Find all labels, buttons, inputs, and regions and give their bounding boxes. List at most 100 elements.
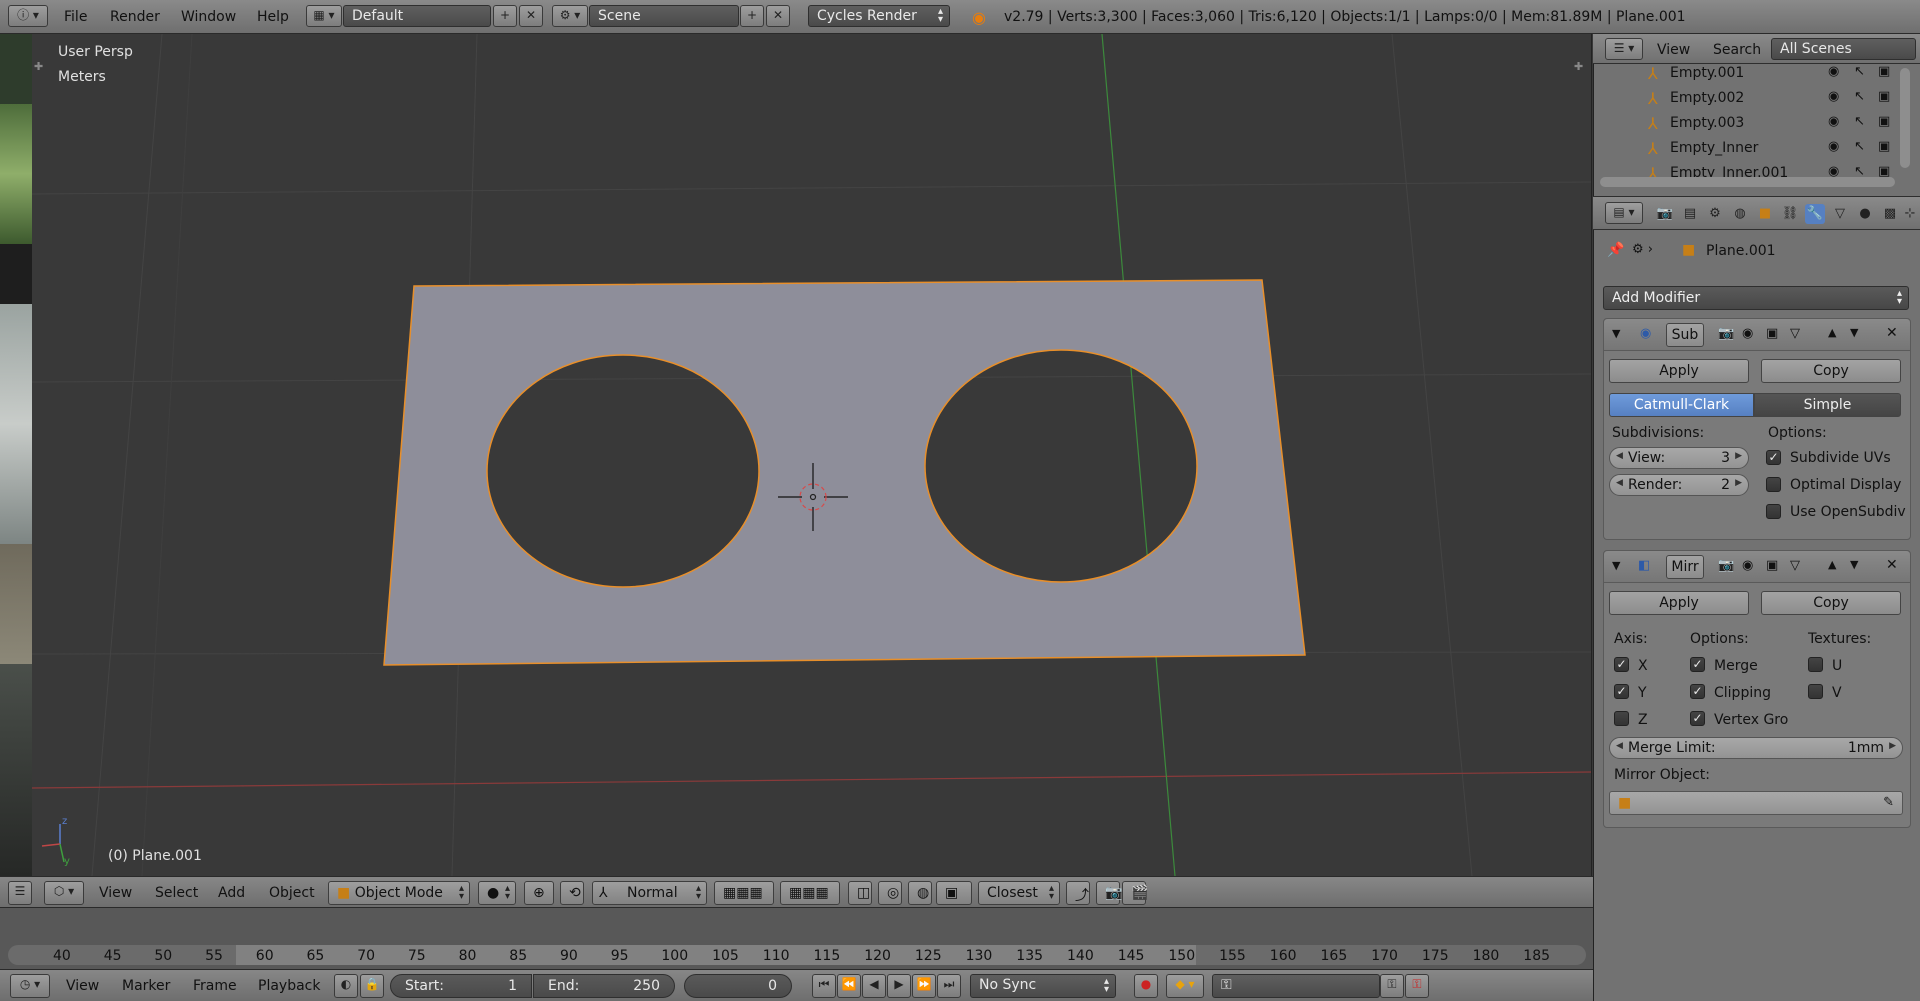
- snap-element-dropdown[interactable]: ▣: [936, 881, 972, 905]
- snap-toggle-icon[interactable]: ◍: [908, 881, 932, 905]
- vertex-groups-checkbox[interactable]: ✓: [1690, 711, 1705, 726]
- start-frame-field[interactable]: Start: 1: [390, 974, 532, 998]
- render-toggle-icon[interactable]: 📷: [1718, 326, 1734, 341]
- collapse-triangle-icon[interactable]: ▼: [1612, 327, 1620, 340]
- editor-type-outliner-icon[interactable]: ☰ ▾: [1605, 38, 1643, 60]
- lock-layers-icon[interactable]: ◫: [848, 881, 872, 905]
- material-tab-icon[interactable]: ●: [1855, 204, 1875, 224]
- end-frame-field[interactable]: End: 250: [533, 974, 675, 998]
- delete-keyframe-icon[interactable]: ⚿: [1405, 974, 1429, 998]
- collapse-menus-icon[interactable]: ☰: [8, 881, 32, 905]
- render-layers-tab-icon[interactable]: ▤: [1680, 204, 1700, 224]
- preview-range-icon[interactable]: ◐: [334, 974, 358, 998]
- layers-block-1[interactable]: ▦▦▦: [714, 881, 774, 905]
- menu-add[interactable]: Add: [218, 885, 245, 901]
- menu-view[interactable]: View: [99, 885, 132, 901]
- texture-tab-icon[interactable]: ▩: [1880, 204, 1900, 224]
- render-camera-icon[interactable]: ▣: [1878, 164, 1890, 177]
- remove-scene-icon[interactable]: ✕: [766, 5, 790, 27]
- object-tab-icon[interactable]: ■: [1755, 204, 1775, 224]
- outliner-item[interactable]: ⅄ Empty_Inner ◉ ↖ ▣: [1620, 136, 1900, 161]
- menu-object[interactable]: Object: [269, 885, 315, 901]
- catmull-clark-toggle[interactable]: Catmull-Clark: [1609, 393, 1754, 417]
- layers-block-2[interactable]: ▦▦▦: [780, 881, 840, 905]
- outliner-filter-dropdown[interactable]: All Scenes: [1771, 38, 1916, 60]
- eye-icon[interactable]: ◉: [1828, 139, 1839, 154]
- render-engine-dropdown[interactable]: Cycles Render ▴ ▾: [808, 5, 950, 27]
- move-down-icon[interactable]: ▼: [1850, 558, 1858, 571]
- physics-tab-icon[interactable]: ⊹: [1900, 204, 1920, 224]
- outliner-item[interactable]: ⅄ Empty_Inner.001 ◉ ↖ ▣: [1620, 161, 1900, 177]
- jump-next-keyframe-icon[interactable]: ⏩: [912, 974, 936, 998]
- outliner-menu-search[interactable]: Search: [1713, 42, 1761, 58]
- jump-start-icon[interactable]: ⏮: [812, 974, 836, 998]
- axis-z-checkbox[interactable]: [1614, 711, 1629, 726]
- mirror-object-field[interactable]: ■ ✎: [1609, 791, 1903, 815]
- eye-icon[interactable]: ◉: [1828, 89, 1839, 104]
- mirror-copy-button[interactable]: Copy: [1761, 591, 1901, 615]
- remove-layout-icon[interactable]: ✕: [519, 5, 543, 27]
- decrement-arrow-icon[interactable]: ◀: [1616, 451, 1623, 461]
- outliner-item[interactable]: ⅄ Empty.003 ◉ ↖ ▣: [1620, 111, 1900, 136]
- data-tab-icon[interactable]: ▽: [1830, 204, 1850, 224]
- merge-limit-slider[interactable]: ◀ Merge Limit: 1mm ▶: [1609, 737, 1903, 759]
- timeline-area[interactable]: 40 45 50 55 60 65 70 75 80 85 90 95 100 105 110 115 120 1…: [0, 908, 1593, 969]
- eyedropper-icon[interactable]: ✎: [1883, 795, 1894, 810]
- subsurf-name-field[interactable]: Sub: [1666, 323, 1704, 347]
- subsurf-view-levels-slider[interactable]: ◀ View: 3 ▶: [1609, 447, 1749, 469]
- constraints-tab-icon[interactable]: ⛓: [1780, 204, 1800, 224]
- texture-v-checkbox[interactable]: [1808, 684, 1823, 699]
- cage-toggle-icon[interactable]: ▽: [1790, 558, 1800, 573]
- add-scene-icon[interactable]: +: [740, 5, 764, 27]
- merge-checkbox[interactable]: ✓: [1690, 657, 1705, 672]
- jump-prev-keyframe-icon[interactable]: ⏪: [837, 974, 861, 998]
- optimal-display-checkbox[interactable]: [1766, 477, 1781, 492]
- menu-help[interactable]: Help: [257, 9, 289, 25]
- editor-type-properties-icon[interactable]: ▤ ▾: [1605, 202, 1643, 224]
- editor-type-timeline-icon[interactable]: ◷ ▾: [10, 974, 50, 998]
- subsurf-render-levels-slider[interactable]: ◀ Render: 2 ▶: [1609, 474, 1749, 496]
- layout-name-field[interactable]: Default: [343, 5, 491, 27]
- menu-frame[interactable]: Frame: [193, 978, 237, 994]
- cursor-select-icon[interactable]: ↖: [1854, 64, 1865, 79]
- render-camera-icon[interactable]: ▣: [1878, 114, 1890, 129]
- insert-keyframe-icon[interactable]: ⚿: [1380, 974, 1404, 998]
- menu-render[interactable]: Render: [110, 9, 160, 25]
- scene-name-field[interactable]: Scene: [589, 5, 739, 27]
- render-still-icon[interactable]: 📷: [1096, 881, 1122, 905]
- layout-grid-icon[interactable]: ▦ ▾: [306, 5, 342, 27]
- render-tab-icon[interactable]: 📷: [1655, 204, 1675, 224]
- viewport-toggle-icon[interactable]: ◉: [1742, 326, 1753, 341]
- outliner-h-scrollbar[interactable]: [1600, 177, 1895, 187]
- snap-target-dropdown[interactable]: Closest ▴ ▾: [978, 881, 1060, 905]
- add-modifier-dropdown[interactable]: Add Modifier ▴ ▾: [1603, 286, 1909, 310]
- editor-type-3d-icon[interactable]: ⬡ ▾: [44, 881, 84, 905]
- texture-u-checkbox[interactable]: [1808, 657, 1823, 672]
- render-animation-icon[interactable]: 🎬: [1122, 881, 1148, 905]
- axis-x-checkbox[interactable]: ✓: [1614, 657, 1629, 672]
- mode-dropdown[interactable]: ■ Object Mode ▴ ▾: [328, 881, 470, 905]
- eye-icon[interactable]: ◉: [1828, 114, 1839, 129]
- editmode-toggle-icon[interactable]: ▣: [1766, 326, 1778, 341]
- pin-icon[interactable]: 📌: [1607, 242, 1624, 258]
- play-icon[interactable]: ▶: [887, 974, 911, 998]
- menu-marker[interactable]: Marker: [122, 978, 170, 994]
- mirror-name-field[interactable]: Mirr: [1666, 555, 1704, 579]
- proportional-edit-icon[interactable]: ◎: [878, 881, 902, 905]
- subsurf-apply-button[interactable]: Apply: [1609, 359, 1749, 383]
- scene-icon[interactable]: ⚙ ▾: [552, 5, 588, 27]
- lock-icon[interactable]: 🔒: [360, 974, 384, 998]
- subsurf-copy-button[interactable]: Copy: [1761, 359, 1901, 383]
- collapse-triangle-icon[interactable]: ▼: [1612, 559, 1620, 572]
- simple-toggle[interactable]: Simple: [1754, 393, 1901, 417]
- editor-type-info-icon[interactable]: ⓘ ▾: [8, 5, 48, 27]
- add-layout-icon[interactable]: +: [493, 5, 517, 27]
- menu-select[interactable]: Select: [155, 885, 198, 901]
- render-camera-icon[interactable]: ▣: [1878, 64, 1890, 79]
- decrement-arrow-icon[interactable]: ◀: [1616, 741, 1623, 751]
- mirror-apply-button[interactable]: Apply: [1609, 591, 1749, 615]
- record-icon[interactable]: ●: [1134, 974, 1158, 998]
- remove-modifier-icon[interactable]: ✕: [1886, 325, 1898, 341]
- menu-file[interactable]: File: [64, 9, 87, 25]
- subdivide-uvs-checkbox[interactable]: ✓: [1766, 450, 1781, 465]
